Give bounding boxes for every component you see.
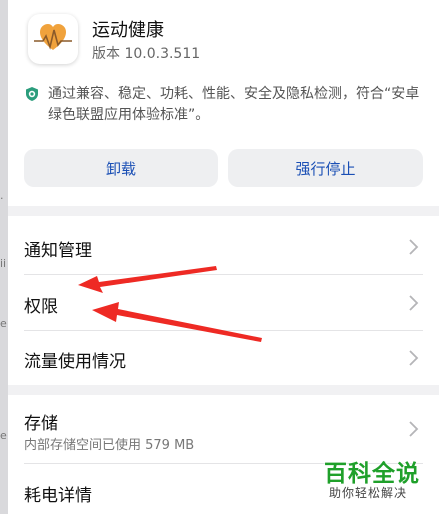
annotation-arrows	[78, 266, 262, 342]
annotation-arrow-bottom	[92, 302, 262, 342]
annotation-arrow-top	[78, 266, 217, 293]
